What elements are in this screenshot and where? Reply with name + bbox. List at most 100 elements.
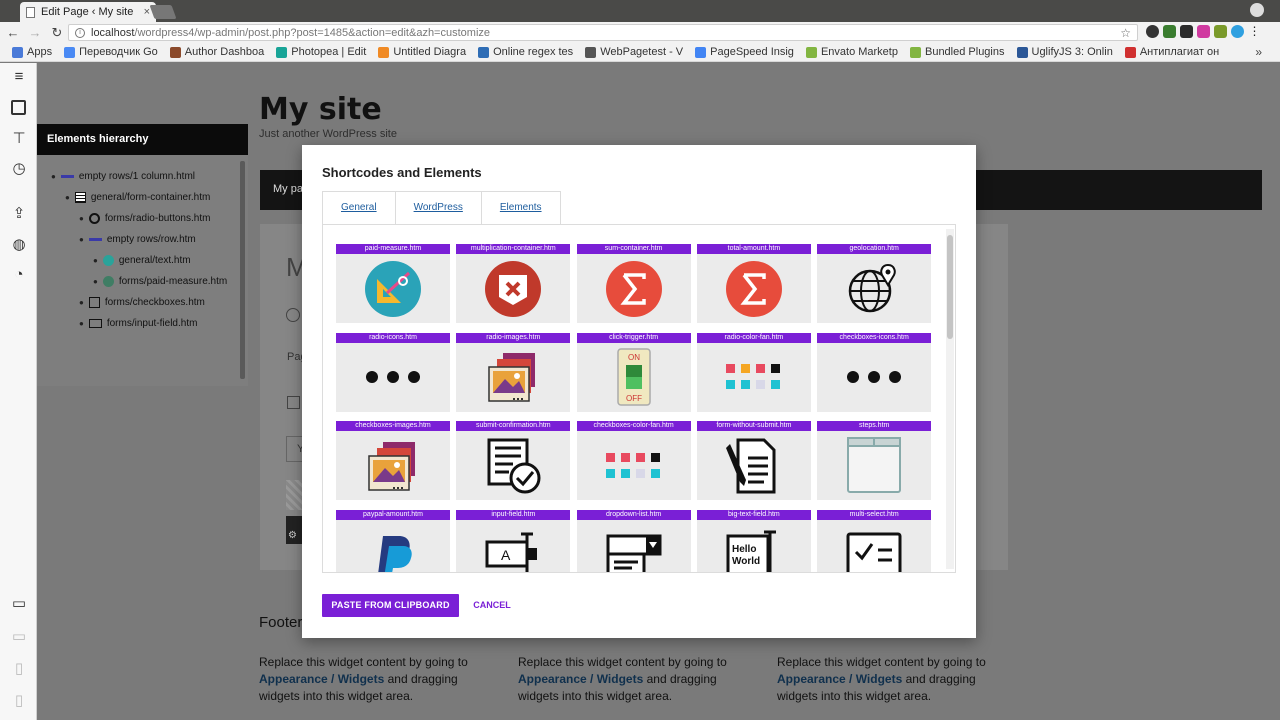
menu-icon[interactable]: ⋮ bbox=[1248, 25, 1261, 38]
eye-icon[interactable]: ● bbox=[93, 256, 98, 265]
star-icon[interactable]: ☆ bbox=[1120, 26, 1131, 40]
more-bookmarks-icon[interactable]: » bbox=[1255, 45, 1262, 59]
hierarchy-node[interactable]: ● forms/paid-measure.htm bbox=[93, 276, 227, 287]
eye-icon[interactable]: ● bbox=[51, 172, 56, 181]
hierarchy-node[interactable]: ● forms/radio-buttons.htm bbox=[79, 213, 210, 224]
bookmark-item[interactable]: Photopea | Edit bbox=[276, 46, 366, 58]
close-icon[interactable]: × bbox=[144, 6, 150, 18]
new-tab-button[interactable] bbox=[149, 5, 177, 19]
element-card[interactable]: multiplication-container.htm bbox=[456, 244, 571, 323]
hierarchy-node[interactable]: ● empty rows/row.htm bbox=[79, 234, 196, 245]
site-title[interactable]: My site bbox=[259, 92, 382, 127]
bookmark-item[interactable]: Author Dashboa bbox=[169, 46, 264, 58]
bookmark-item[interactable]: UglifyJS 3: Onlin bbox=[1016, 46, 1113, 58]
element-card[interactable]: radio-images.htm bbox=[456, 332, 571, 412]
hierarchy-node[interactable]: ● forms/input-field.htm bbox=[79, 318, 197, 329]
forward-icon[interactable]: → bbox=[26, 25, 44, 40]
eye-icon[interactable]: ● bbox=[79, 319, 84, 328]
extension-icon[interactable] bbox=[1231, 25, 1244, 38]
element-type-icon bbox=[102, 255, 114, 266]
elements-grid: paid-measure.htm multiplication-container… bbox=[322, 224, 956, 573]
eye-icon[interactable]: ● bbox=[93, 277, 98, 286]
element-card[interactable]: paypal-amount.htmPayPal bbox=[336, 509, 450, 572]
hierarchy-node[interactable]: ● empty rows/1 column.html bbox=[51, 171, 195, 182]
eye-icon[interactable]: ● bbox=[79, 298, 84, 307]
back-icon[interactable]: ← bbox=[4, 25, 22, 40]
menu-item[interactable]: My pa bbox=[273, 183, 303, 195]
globe-icon[interactable]: ◍ bbox=[11, 237, 27, 253]
history-icon[interactable]: ◷ bbox=[11, 161, 27, 177]
scrollbar[interactable] bbox=[946, 229, 954, 569]
upload-icon[interactable]: ⇪ bbox=[11, 206, 27, 222]
paid-measure-icon bbox=[336, 254, 450, 323]
eye-icon[interactable]: ● bbox=[65, 193, 70, 202]
element-card[interactable]: geolocation.htm bbox=[817, 244, 932, 323]
cancel-button[interactable]: CANCEL bbox=[464, 594, 520, 617]
radio-button[interactable] bbox=[286, 308, 300, 322]
widget-link[interactable]: Appearance / Widgets bbox=[259, 672, 384, 686]
paste-from-clipboard-button[interactable]: PASTE FROM CLIPBOARD bbox=[322, 594, 459, 617]
checkbox[interactable] bbox=[287, 396, 300, 409]
element-card[interactable]: sum-container.htm bbox=[576, 244, 691, 323]
hierarchy-title: Elements hierarchy bbox=[37, 124, 248, 155]
bookmark-item[interactable]: Переводчик Go bbox=[64, 46, 158, 58]
gear-icon[interactable]: ⚙ bbox=[286, 516, 302, 544]
hierarchy-node[interactable]: ● forms/checkboxes.htm bbox=[79, 297, 205, 308]
info-icon[interactable]: i bbox=[75, 27, 85, 38]
hierarchy-icon[interactable]: ⊤ bbox=[11, 131, 27, 147]
bookmark-item[interactable]: Envato Marketp bbox=[805, 46, 898, 58]
element-card[interactable]: click-trigger.htm ON OFF bbox=[576, 332, 691, 412]
dashboard-icon[interactable]: ◔ bbox=[11, 267, 27, 283]
bookmark-item[interactable]: Untitled Diagra bbox=[378, 46, 466, 58]
element-card[interactable]: radio-color-fan.htm bbox=[696, 332, 811, 412]
bookmark-item[interactable]: Антиплагиат он bbox=[1124, 46, 1219, 58]
bookmark-item[interactable]: Online regex tes bbox=[478, 46, 573, 58]
extension-icon[interactable] bbox=[1214, 25, 1227, 38]
tablet-landscape-icon[interactable]: ▭ bbox=[11, 629, 27, 645]
widget-link[interactable]: Appearance / Widgets bbox=[777, 672, 902, 686]
element-card[interactable]: steps.htm bbox=[817, 421, 932, 500]
element-card[interactable]: form-without-submit.htm bbox=[696, 421, 811, 500]
element-card[interactable]: checkboxes-color-fan.htm bbox=[576, 421, 691, 500]
extension-icon[interactable] bbox=[1146, 25, 1159, 38]
extension-icon[interactable] bbox=[1197, 25, 1210, 38]
element-card[interactable]: total-amount.htm bbox=[696, 244, 811, 323]
reload-icon[interactable]: ↻ bbox=[48, 25, 66, 41]
bookmark-item[interactable]: PageSpeed Insig bbox=[695, 46, 794, 58]
extension-icon[interactable] bbox=[1180, 25, 1193, 38]
desktop-icon[interactable]: ▭ bbox=[11, 596, 27, 612]
document-check-icon bbox=[456, 431, 570, 500]
tab-wordpress[interactable]: WordPress bbox=[395, 192, 482, 224]
tablet-icon[interactable]: ▯ bbox=[11, 661, 27, 677]
element-card[interactable]: checkboxes-icons.htm bbox=[817, 332, 932, 412]
element-card[interactable]: paid-measure.htm bbox=[336, 244, 450, 323]
film-icon[interactable] bbox=[11, 100, 26, 115]
bookmark-item[interactable]: Bundled Plugins bbox=[909, 46, 1005, 58]
node-label: general/text.htm bbox=[118, 255, 191, 266]
hierarchy-node[interactable]: ● general/form-container.htm bbox=[65, 192, 210, 203]
element-card[interactable]: multi-select.htm bbox=[817, 509, 932, 572]
hierarchy-node[interactable]: ● general/text.htm bbox=[93, 255, 191, 266]
element-card[interactable]: input-field.htm A bbox=[456, 509, 571, 572]
element-card[interactable]: submit-confirmation.htm bbox=[456, 421, 571, 500]
scrollbar-thumb[interactable] bbox=[947, 235, 953, 339]
element-card[interactable]: checkboxes-images.htm bbox=[336, 421, 450, 500]
eye-icon[interactable]: ● bbox=[79, 214, 84, 223]
element-card[interactable]: big-text-field.htm Hello World bbox=[696, 509, 811, 572]
tab-elements[interactable]: Elements bbox=[481, 192, 560, 224]
address-bar[interactable]: i localhost/wordpress4/wp-admin/post.php… bbox=[68, 24, 1138, 41]
bookmark-apps[interactable]: Apps bbox=[12, 46, 52, 58]
favicon-icon bbox=[378, 46, 390, 58]
phone-icon[interactable]: ▯ bbox=[11, 693, 27, 709]
element-card[interactable]: radio-icons.htm bbox=[336, 332, 450, 412]
widget-link[interactable]: Appearance / Widgets bbox=[518, 672, 643, 686]
bookmark-item[interactable]: WebPagetest - V bbox=[585, 46, 683, 58]
eye-icon[interactable]: ● bbox=[79, 235, 84, 244]
scrollbar[interactable] bbox=[240, 161, 245, 379]
hamburger-icon[interactable]: ≡ bbox=[11, 69, 27, 85]
user-icon[interactable] bbox=[1250, 3, 1264, 17]
element-card[interactable]: dropdown-list.htm bbox=[576, 509, 691, 572]
browser-tab[interactable]: Edit Page ‹ My site × bbox=[20, 2, 156, 22]
tab-general[interactable]: General bbox=[323, 192, 396, 224]
extension-icon[interactable] bbox=[1163, 25, 1176, 38]
